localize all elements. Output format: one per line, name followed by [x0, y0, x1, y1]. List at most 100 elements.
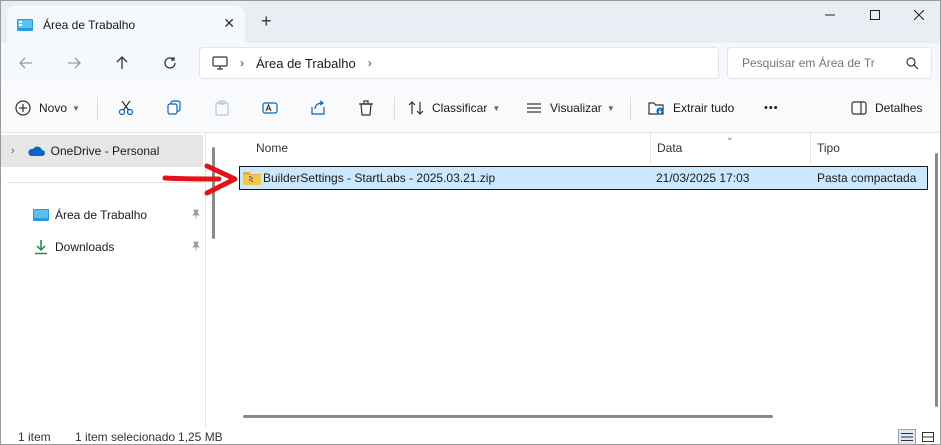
chevron-down-icon: ▼: [492, 103, 501, 113]
zip-folder-icon: [243, 172, 261, 185]
tiles-view-button[interactable]: [919, 429, 937, 444]
column-header-label: Nome: [256, 141, 289, 155]
breadcrumb-separator-icon[interactable]: ›: [240, 56, 244, 70]
item-count: 1 item: [18, 430, 51, 444]
extract-all-button[interactable]: Extrair tudo: [648, 96, 734, 120]
sidebar-item-downloads[interactable]: Downloads: [33, 236, 205, 258]
details-pane-button[interactable]: Detalhes: [851, 96, 922, 120]
column-header-name[interactable]: Nome: [256, 133, 288, 163]
toolbar-divider: [630, 97, 631, 121]
sort-button[interactable]: Classificar ▼: [408, 96, 500, 120]
tab-area-de-trabalho[interactable]: Área de Trabalho ✕: [7, 6, 245, 43]
clipboard-icon: [215, 100, 229, 116]
address-bar[interactable]: › Área de Trabalho ›: [199, 47, 719, 79]
file-type: Pasta compactada: [817, 171, 917, 185]
sidebar-item-label: Downloads: [55, 240, 115, 254]
minimize-button[interactable]: [807, 5, 853, 25]
horizontal-scrollbar[interactable]: [243, 415, 773, 418]
search-input[interactable]: [742, 56, 892, 70]
cloud-icon: [28, 146, 45, 156]
minimize-icon: [825, 14, 835, 16]
selection-size: 1,25 MB: [178, 430, 223, 444]
details-label: Detalhes: [875, 101, 923, 115]
more-icon: •••: [764, 102, 779, 114]
status-bar: 1 item 1 item selecionado 1,25 MB: [1, 427, 940, 444]
toolbar-divider: [97, 97, 98, 121]
extract-all-label: Extrair tudo: [673, 101, 735, 115]
title-bar: Área de Trabalho ✕ +: [1, 1, 940, 43]
breadcrumb-area-de-trabalho[interactable]: Área de Trabalho: [256, 56, 356, 71]
arrow-left-icon: [19, 57, 32, 69]
details-view-icon: [901, 433, 913, 441]
column-header-date[interactable]: Data: [657, 133, 682, 163]
close-tab-icon[interactable]: ✕: [223, 16, 235, 30]
sidebar-item-label: OneDrive - Personal: [50, 144, 160, 158]
maximize-button[interactable]: [852, 5, 898, 25]
chevron-right-icon[interactable]: ›: [11, 145, 15, 157]
column-header-label: Tipo: [817, 141, 840, 155]
table-row[interactable]: BuilderSettings - StartLabs - 2025.03.21…: [239, 166, 928, 190]
tiles-view-icon: [922, 432, 934, 442]
breadcrumb-chevron-icon[interactable]: ›: [368, 56, 372, 70]
rename-button[interactable]: [262, 96, 286, 120]
plus-circle-icon: [15, 100, 31, 116]
file-date: 21/03/2025 17:03: [656, 171, 750, 185]
chevron-down-icon: ▼: [72, 103, 80, 113]
sidebar-item-desktop[interactable]: Área de Trabalho: [33, 204, 205, 226]
arrow-up-icon: [116, 56, 128, 69]
forward-button[interactable]: [62, 51, 86, 75]
refresh-icon: [164, 57, 176, 69]
copy-button[interactable]: [166, 96, 190, 120]
details-view-button[interactable]: [898, 429, 916, 444]
search-box[interactable]: [727, 47, 932, 79]
close-icon: [914, 10, 924, 20]
address-row: › Área de Trabalho ›: [1, 43, 940, 83]
sort-label: Classificar: [432, 101, 488, 115]
pin-icon[interactable]: [191, 241, 201, 251]
sort-chevron-icon: ⌄: [726, 132, 734, 142]
sidebar-item-label: Área de Trabalho: [55, 208, 148, 222]
toolbar-divider: [394, 97, 395, 121]
desktop-icon: [17, 18, 33, 31]
tab-title: Área de Trabalho: [43, 17, 136, 32]
maximize-icon: [870, 10, 880, 20]
trash-icon: [359, 100, 373, 116]
delete-button[interactable]: [358, 96, 382, 120]
new-label: Novo: [39, 101, 68, 115]
rename-icon: [262, 102, 278, 114]
column-header-label: Data: [657, 141, 683, 155]
up-button[interactable]: [110, 51, 134, 75]
close-window-button[interactable]: [896, 5, 940, 25]
arrow-right-icon: [68, 57, 81, 69]
copy-icon: [167, 100, 181, 115]
download-icon: [35, 240, 47, 255]
desktop-icon: [33, 209, 49, 221]
annotation-arrow-icon: [162, 163, 238, 196]
search-icon: [906, 57, 919, 70]
refresh-button[interactable]: [158, 51, 182, 75]
extract-folder-icon: [648, 102, 664, 115]
new-tab-button[interactable]: +: [261, 11, 272, 31]
new-button[interactable]: Novo ▼: [15, 96, 80, 120]
scissors-icon: [118, 100, 134, 116]
pin-icon[interactable]: [191, 209, 201, 219]
sort-icon: [408, 101, 424, 115]
selection-count: 1 item selecionado: [75, 430, 176, 444]
view-button[interactable]: Visualizar ▼: [526, 96, 615, 120]
file-list-pane: Nome ⌄ Data Tipo BuilderSettings - Start…: [223, 132, 940, 427]
more-options-button[interactable]: •••: [764, 96, 779, 120]
monitor-icon: [212, 56, 228, 70]
command-bar: Novo ▼ Classificar ▼ Visualizar ▼ Extrai…: [1, 83, 940, 133]
vertical-scrollbar[interactable]: [935, 153, 938, 407]
cut-button[interactable]: [118, 96, 142, 120]
column-header-type[interactable]: Tipo: [817, 133, 840, 163]
chevron-down-icon: ▼: [606, 103, 615, 113]
details-pane-icon: [851, 101, 867, 115]
file-explorer-window: Área de Trabalho ✕ + › Área de Trabalho …: [0, 0, 941, 445]
file-name: BuilderSettings - StartLabs - 2025.03.21…: [263, 171, 496, 185]
back-button[interactable]: [14, 51, 38, 75]
column-divider[interactable]: [810, 133, 811, 163]
paste-button[interactable]: [214, 96, 238, 120]
column-divider[interactable]: [650, 133, 651, 163]
share-button[interactable]: [310, 96, 334, 120]
